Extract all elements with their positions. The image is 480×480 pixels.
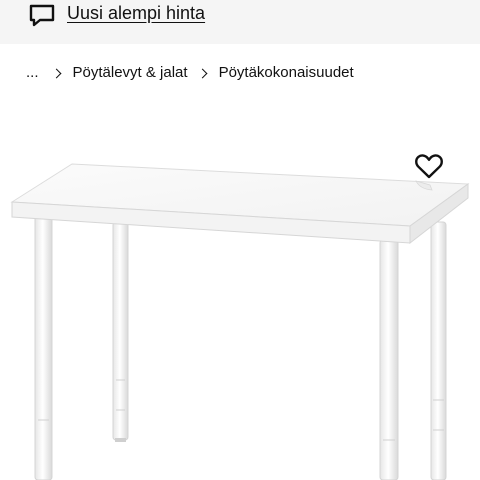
chevron-right-icon bbox=[51, 68, 61, 78]
speech-bubble-icon bbox=[29, 4, 55, 27]
white-table-image bbox=[10, 163, 470, 480]
breadcrumb: ... Pöytälevyt & jalat Pöytäkokonaisuude… bbox=[26, 62, 354, 84]
product-page: Uusi alempi hinta ... Pöytälevyt & jalat… bbox=[0, 0, 480, 480]
breadcrumb-item-table-combinations[interactable]: Pöytäkokonaisuudet bbox=[219, 62, 354, 84]
breadcrumb-ellipsis[interactable]: ... bbox=[26, 62, 39, 84]
product-image[interactable] bbox=[0, 100, 480, 480]
breadcrumb-item-tabletops-legs[interactable]: Pöytälevyt & jalat bbox=[73, 62, 188, 84]
chevron-right-icon bbox=[197, 68, 208, 78]
heart-icon[interactable] bbox=[414, 152, 444, 180]
new-lower-price-link[interactable]: Uusi alempi hinta bbox=[67, 1, 205, 25]
promo-banner: Uusi alempi hinta bbox=[0, 0, 480, 44]
